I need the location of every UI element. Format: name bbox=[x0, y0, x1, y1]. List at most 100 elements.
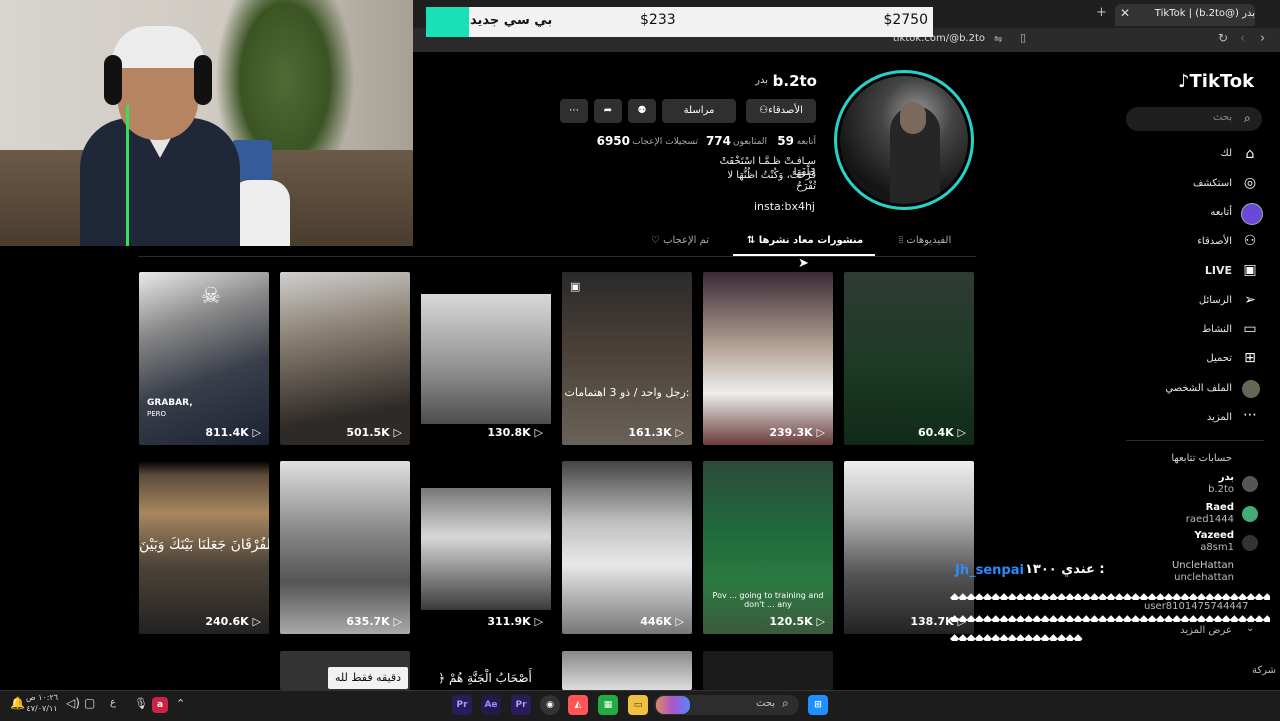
follow-avatar[interactable] bbox=[1242, 506, 1258, 522]
view-count: 501.5K ▷ bbox=[346, 426, 402, 439]
tab-liked[interactable]: ♡ تم الإعجاب bbox=[640, 235, 720, 246]
sidebar-item-friends[interactable]: الأصدقاء bbox=[1122, 236, 1232, 247]
mic-icon[interactable]: 🎙 bbox=[134, 697, 148, 710]
view-count: 239.3K ▷ bbox=[769, 426, 825, 439]
home-icon: ⌂ bbox=[1245, 146, 1255, 162]
send-icon: ➢ bbox=[1244, 292, 1256, 308]
tab-videos[interactable]: ⦙⦙ الفيديوهات bbox=[880, 235, 970, 246]
view-count: 635.7K ▷ bbox=[346, 615, 402, 628]
search-placeholder: بحث bbox=[1212, 112, 1232, 123]
donation-goal: $2750 bbox=[883, 12, 928, 28]
video-thumbnail[interactable]: 311.9K ▷ bbox=[421, 461, 551, 634]
message-button[interactable]: مراسلة bbox=[662, 99, 736, 123]
reload-icon[interactable]: ↻ bbox=[1218, 31, 1228, 45]
activity-icon: ▭ bbox=[1243, 321, 1257, 337]
profile-insta: insta:bx4hj bbox=[753, 200, 815, 213]
tray-app-icon[interactable]: a bbox=[152, 697, 168, 713]
tab-reposts[interactable]: ⇅ منشورات معاد نشرها bbox=[740, 235, 870, 246]
windows-start-icon[interactable]: ⊞ bbox=[808, 695, 828, 715]
network-icon[interactable]: ▢ bbox=[84, 696, 95, 710]
video-caption: تُ الفُرْقَانَ جَعَلْنَا بَيْنَكَ وَبَيْ… bbox=[139, 537, 269, 553]
sidebar-item-explore[interactable]: استكشف bbox=[1122, 178, 1232, 189]
after-effects-icon[interactable]: Ae bbox=[481, 695, 501, 715]
language-indicator[interactable]: ع bbox=[110, 697, 116, 708]
volume-icon[interactable]: ◁) bbox=[66, 696, 80, 710]
video-thumbnail[interactable]: Pov ... going to training and don't ... … bbox=[703, 461, 833, 634]
video-thumbnail[interactable]: 239.3K ▷ bbox=[703, 272, 833, 445]
view-count: 446K ▷ bbox=[640, 615, 684, 628]
video-thumbnail[interactable]: 60.4K ▷ bbox=[844, 272, 974, 445]
video-thumbnail[interactable]: 446K ▷ bbox=[562, 461, 692, 634]
follow-handle: unclehattan bbox=[1174, 572, 1234, 583]
video-thumbnail[interactable]: 138.7K ▷ bbox=[844, 461, 974, 634]
back-icon[interactable]: › bbox=[1260, 31, 1265, 46]
share-icon[interactable]: ➦ bbox=[594, 99, 622, 123]
taskbar-time[interactable]: ١٠:٢٦ ص bbox=[24, 693, 60, 702]
profile-avatar[interactable] bbox=[840, 76, 968, 204]
premiere-icon[interactable]: Pr bbox=[511, 695, 531, 715]
tiktok-logo[interactable]: ♪TikTok bbox=[1178, 71, 1254, 92]
video-thumbnail[interactable]: ▣ رجل واحد / ذو 3 اهتمامات: 161.3K ▷ bbox=[562, 272, 692, 445]
translate-icon[interactable]: ⇋ bbox=[994, 34, 1002, 45]
video-caption: رجل واحد / ذو 3 اهتمامات: bbox=[564, 386, 690, 399]
more-icon: ⋯ bbox=[1243, 407, 1257, 423]
webcam-overlay bbox=[0, 0, 413, 246]
footer-company-link[interactable]: شركة bbox=[1186, 665, 1276, 676]
donation-progress-fill bbox=[426, 7, 469, 37]
video-thumbnail[interactable]: تُ الفُرْقَانَ جَعَلْنَا بَيْنَكَ وَبَيْ… bbox=[139, 461, 269, 634]
likes-count: 6950 bbox=[596, 134, 630, 148]
video-thumbnail[interactable] bbox=[703, 651, 833, 690]
new-tab-icon[interactable]: + bbox=[1096, 5, 1107, 20]
notification-bell-icon[interactable]: 🔔 bbox=[10, 696, 25, 710]
followers-count: 774 bbox=[705, 134, 731, 148]
video-caption: Pov ... going to training and don't ... … bbox=[712, 591, 824, 609]
brave-browser-icon[interactable]: ◭ bbox=[568, 695, 588, 715]
mouse-cursor: ➤ bbox=[798, 256, 809, 271]
search-highlight-icon[interactable] bbox=[656, 696, 690, 714]
sidebar-item-activity[interactable]: النشاط bbox=[1122, 324, 1232, 335]
video-thumbnail[interactable]: 635.7K ▷ bbox=[280, 461, 410, 634]
sidebar-item-live[interactable]: LIVE bbox=[1122, 264, 1232, 277]
file-explorer-icon[interactable]: ▭ bbox=[628, 695, 648, 715]
store-icon[interactable]: ▦ bbox=[598, 695, 618, 715]
bookmark-icon[interactable]: ▯ bbox=[1020, 31, 1026, 44]
obs-icon[interactable]: ◉ bbox=[540, 695, 560, 715]
premiere-icon-2[interactable]: Pr bbox=[452, 695, 472, 715]
follow-name[interactable]: UncleHattan bbox=[1144, 560, 1234, 571]
following-count: 59 bbox=[777, 134, 794, 148]
video-thumbnail[interactable]: ☠ GRABAR, PERO 811.4K ▷ bbox=[139, 272, 269, 445]
video-thumbnail[interactable] bbox=[562, 651, 692, 690]
sidebar-item-upload[interactable]: تحميل bbox=[1122, 353, 1232, 364]
view-count: 130.8K ▷ bbox=[487, 426, 543, 439]
sidebar-item-foryou[interactable]: لك bbox=[1122, 148, 1232, 159]
more-options-icon[interactable]: ⋯ bbox=[560, 99, 588, 123]
search-icon[interactable]: ⌕ bbox=[1244, 111, 1251, 126]
close-tab-icon[interactable]: ✕ bbox=[1120, 6, 1130, 20]
friends-button[interactable]: ⚇الأصدقاء bbox=[746, 99, 816, 123]
subtitle-left: دقيقه فقط لله bbox=[328, 667, 408, 689]
forward-icon[interactable]: ‹ bbox=[1240, 31, 1245, 46]
follow-name[interactable]: Raed bbox=[1144, 502, 1234, 513]
followers-label: المتابعون bbox=[733, 137, 768, 147]
follow-avatar[interactable] bbox=[1242, 535, 1258, 551]
sidebar-item-profile[interactable]: الملف الشخصي bbox=[1122, 383, 1232, 394]
view-count: 120.5K ▷ bbox=[769, 615, 825, 628]
add-friend-icon[interactable]: ⚉ bbox=[628, 99, 656, 123]
follow-handle: a8sm1 bbox=[1200, 542, 1234, 553]
video-thumbnail[interactable]: 130.8K ▷ bbox=[421, 272, 551, 445]
video-thumbnail[interactable]: 501.5K ▷ bbox=[280, 272, 410, 445]
taskbar-date[interactable]: ٤٧/٠٧/١١ bbox=[24, 704, 60, 713]
tabs-divider bbox=[138, 256, 976, 257]
sidebar-item-more[interactable]: المزيد bbox=[1122, 412, 1232, 423]
sidebar-item-following[interactable]: أتابعه bbox=[1122, 207, 1232, 218]
profile-avatar-icon bbox=[1242, 380, 1260, 398]
follow-name[interactable]: Yazeed bbox=[1144, 530, 1234, 541]
sidebar-item-messages[interactable]: الرسائل bbox=[1122, 295, 1232, 306]
tray-chevron-icon[interactable]: ⌃ bbox=[176, 697, 185, 710]
follow-name[interactable]: بدر bbox=[1144, 472, 1234, 483]
search-input[interactable] bbox=[1126, 107, 1262, 131]
grid-icon: ⦙⦙ bbox=[898, 235, 904, 246]
follow-avatar[interactable] bbox=[1242, 476, 1258, 492]
show-more-link[interactable]: عرض المزيد bbox=[1142, 625, 1232, 636]
view-count: 811.4K ▷ bbox=[205, 426, 261, 439]
